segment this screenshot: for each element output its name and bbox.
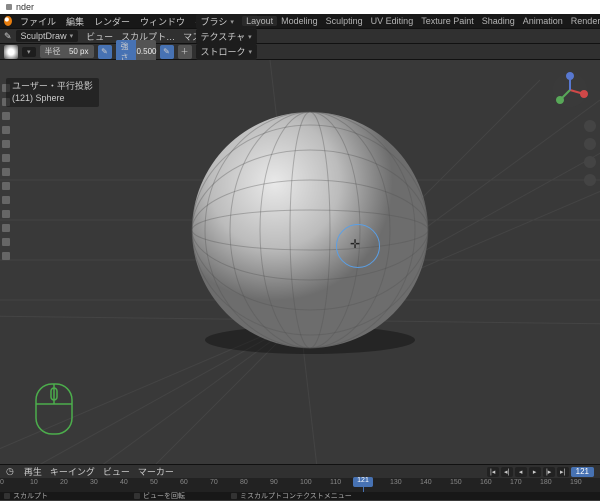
mouse-icon bbox=[4, 493, 10, 499]
timeline-header: ◷ 再生キーイングビューマーカー |◂ ◂| ◂ ▸ |▸ ▸| 121 bbox=[0, 464, 600, 478]
workspace-tab-shading[interactable]: Shading bbox=[478, 16, 519, 26]
nav-buttons[interactable] bbox=[584, 120, 596, 186]
top-menubar: ファイル 編集 レンダー ウィンドウ ヘルプ LayoutModelingScu… bbox=[0, 14, 600, 28]
brush-preview-icon[interactable] bbox=[4, 45, 18, 59]
chevron-down-icon: ▾ bbox=[70, 32, 74, 40]
timeline-tick: 110 bbox=[330, 479, 341, 486]
timeline-menu[interactable]: ビュー bbox=[99, 467, 134, 477]
viewport-overlay-text: ユーザー・平行投影 (121) Sphere bbox=[6, 78, 99, 107]
viewport-3d[interactable]: ユーザー・平行投影 (121) Sphere ✛ bbox=[0, 60, 600, 464]
timeline-tick: 190 bbox=[570, 479, 582, 486]
jump-end-button[interactable]: ▸| bbox=[557, 467, 569, 477]
timeline-menu[interactable]: キーイング bbox=[46, 467, 99, 477]
timeline-tick: 40 bbox=[120, 479, 128, 486]
chevron-down-icon: ▾ bbox=[27, 48, 31, 56]
timeline-tick: 170 bbox=[510, 479, 522, 486]
tool-options: ▾ 半径50 px ✎ 強さ0.500 ✎ ＋ ブラシ▾テクスチャ▾ストローク▾… bbox=[0, 44, 600, 60]
play-rev-button[interactable]: ◂ bbox=[515, 467, 527, 477]
timeline-tick: 70 bbox=[210, 479, 218, 486]
timeline-menu[interactable]: マーカー bbox=[134, 467, 178, 477]
tool-header: ✎ SculptDraw▾ ビュースカルプト…マスク面セット bbox=[0, 28, 600, 44]
menu-window[interactable]: ウィンドウ bbox=[136, 15, 189, 28]
jump-start-button[interactable]: |◂ bbox=[487, 467, 499, 477]
window-title: nder bbox=[16, 2, 34, 12]
window-titlebar: nder bbox=[0, 0, 600, 14]
mode-selector[interactable]: SculptDraw▾ bbox=[16, 30, 79, 42]
workspace-tab-rendering[interactable]: Rendering bbox=[567, 16, 600, 26]
radius-field[interactable]: 半径 50 px bbox=[40, 45, 94, 58]
timeline-tick: 60 bbox=[180, 479, 188, 486]
timeline-tick: 30 bbox=[90, 479, 98, 486]
window-icon bbox=[6, 4, 12, 10]
workspace-tab-texture-paint[interactable]: Texture Paint bbox=[417, 16, 478, 26]
timeline-tick: 0 bbox=[0, 479, 4, 486]
timeline-tick: 90 bbox=[270, 479, 278, 486]
timeline-tick: 50 bbox=[150, 479, 158, 486]
add-subtract-toggle[interactable]: ＋ bbox=[178, 45, 192, 59]
timeline-editor-icon[interactable]: ◷ bbox=[6, 466, 14, 477]
menu-render[interactable]: レンダー bbox=[90, 15, 134, 28]
radius-pressure-toggle[interactable]: ✎ bbox=[98, 45, 112, 59]
overlay-projection: ユーザー・平行投影 bbox=[12, 81, 93, 93]
timeline-tick: 100 bbox=[300, 479, 312, 486]
timeline-tick: 80 bbox=[240, 479, 248, 486]
mouse-hint-icon bbox=[30, 380, 78, 440]
timeline-tick: 160 bbox=[480, 479, 492, 486]
timeline-playhead[interactable]: 121 bbox=[363, 478, 364, 492]
workspace-tab-layout[interactable]: Layout bbox=[242, 16, 277, 26]
mouse-icon bbox=[134, 493, 140, 499]
timeline[interactable]: 0102030405060708090100110120130140150160… bbox=[0, 478, 600, 492]
cursor-crosshair-icon: ✛ bbox=[350, 237, 360, 251]
menu-edit[interactable]: 編集 bbox=[62, 15, 88, 28]
timeline-tick: 20 bbox=[60, 479, 68, 486]
play-button[interactable]: ▸ bbox=[529, 467, 541, 477]
timeline-ruler[interactable]: 0102030405060708090100110120130140150160… bbox=[0, 478, 600, 492]
workspace-tab-animation[interactable]: Animation bbox=[519, 16, 567, 26]
mode-label: SculptDraw bbox=[21, 31, 67, 41]
overlay-object: (121) Sphere bbox=[12, 93, 93, 105]
menu-file[interactable]: ファイル bbox=[16, 15, 60, 28]
timeline-tick: 140 bbox=[420, 479, 432, 486]
tool-header-menu[interactable]: ビュー bbox=[82, 32, 117, 42]
option-dropdown[interactable]: ストローク▾ bbox=[196, 44, 258, 59]
timeline-tick: 150 bbox=[450, 479, 462, 486]
nav-gizmo[interactable] bbox=[550, 70, 590, 110]
strength-pressure-toggle[interactable]: ✎ bbox=[160, 45, 174, 59]
option-dropdown[interactable]: テクスチャ▾ bbox=[196, 29, 258, 44]
sculpt-mode-icon[interactable]: ✎ bbox=[4, 31, 12, 42]
workspace-tab-uv-editing[interactable]: UV Editing bbox=[367, 16, 418, 26]
blender-logo-icon[interactable] bbox=[4, 16, 12, 26]
current-frame-field[interactable]: 121 bbox=[571, 467, 594, 477]
workspace-tab-modeling[interactable]: Modeling bbox=[277, 16, 322, 26]
timeline-menu[interactable]: 再生 bbox=[20, 467, 46, 477]
timeline-tick: 10 bbox=[30, 479, 38, 486]
timeline-tick: 130 bbox=[390, 479, 402, 486]
sphere-object[interactable] bbox=[180, 100, 440, 360]
keyframe-next-button[interactable]: |▸ bbox=[543, 467, 555, 477]
keyframe-prev-button[interactable]: ◂| bbox=[501, 467, 513, 477]
workspace-tab-sculpting[interactable]: Sculpting bbox=[322, 16, 367, 26]
left-tool-strip[interactable] bbox=[0, 80, 12, 264]
radius-value: 50 px bbox=[65, 47, 89, 56]
transport-controls: |◂ ◂| ◂ ▸ |▸ ▸| 121 bbox=[487, 467, 594, 477]
mouse-icon bbox=[231, 493, 237, 499]
timeline-tick: 180 bbox=[540, 479, 552, 486]
radius-label: 半径 bbox=[45, 46, 61, 57]
brush-dropdown[interactable]: ▾ bbox=[22, 47, 36, 57]
strength-value: 0.500 bbox=[133, 47, 157, 56]
status-bar: スカルプト ビューを回転 ミスカルプトコンテクストメニュー bbox=[0, 492, 600, 500]
